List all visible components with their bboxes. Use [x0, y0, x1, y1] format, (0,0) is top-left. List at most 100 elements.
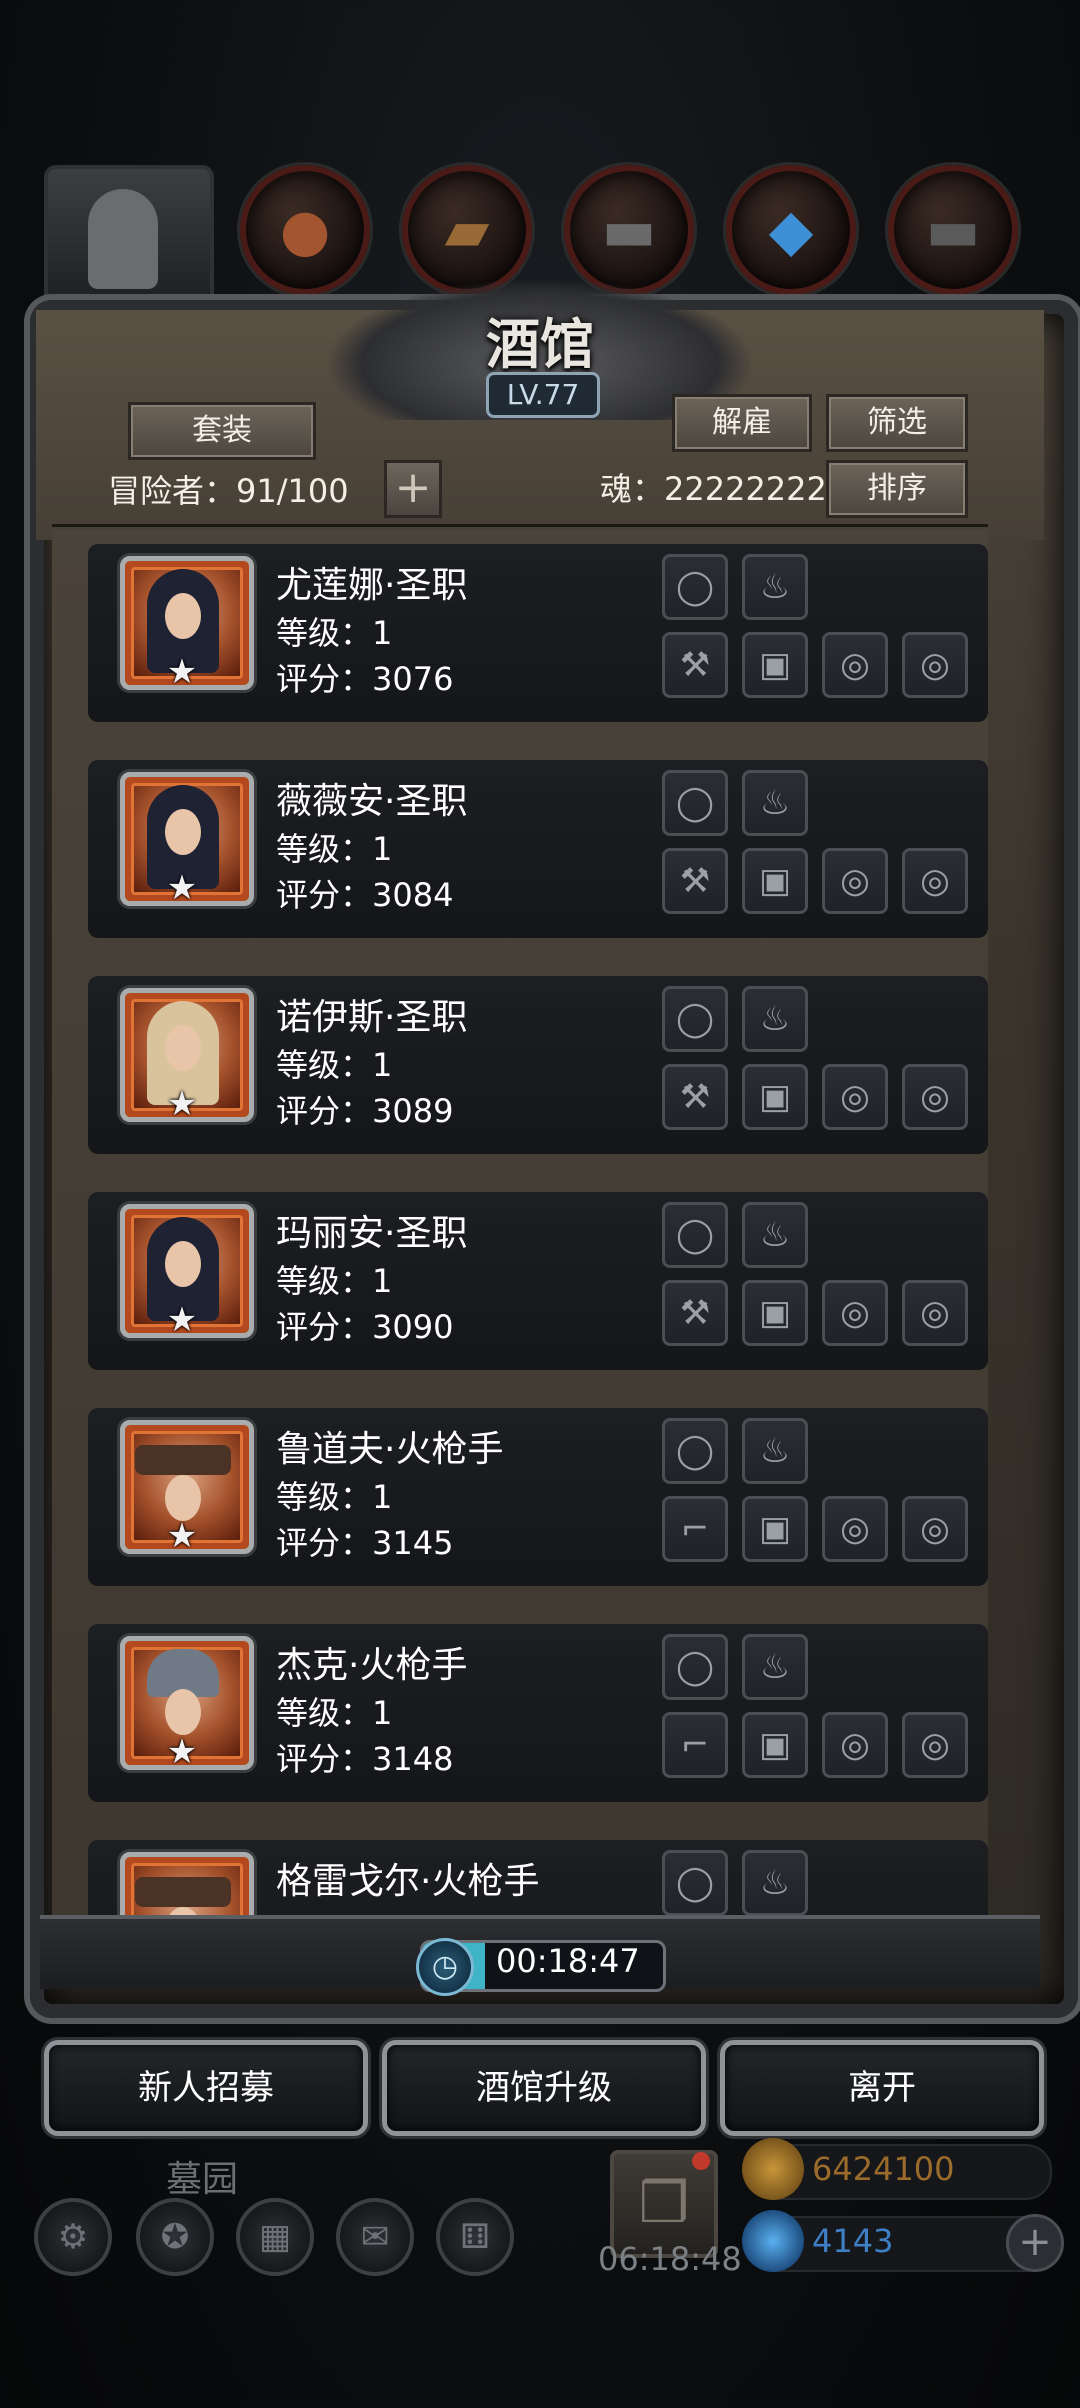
hero-level: 等级：1 [276, 1046, 393, 1084]
hero-name: 尤莲娜·圣职 [276, 565, 468, 606]
hero-level: 等级：1 [276, 614, 393, 652]
filter-button[interactable]: 筛选 [826, 394, 968, 452]
tavern-level-badge: LV.77 [486, 372, 600, 418]
flame-slot-icon[interactable]: ♨ [742, 1418, 808, 1484]
hero-name: 玛丽安·圣职 [276, 1213, 468, 1254]
ring-slot-icon[interactable]: ◎ [902, 1064, 968, 1130]
star-icon: ★ [166, 1516, 198, 1556]
flame-slot-icon[interactable]: ♨ [742, 770, 808, 836]
ring-slot-icon[interactable]: ◎ [902, 632, 968, 698]
hero-name: 薇薇安·圣职 [276, 781, 468, 822]
ring-slot-icon[interactable]: ◎ [822, 1712, 888, 1778]
clock-icon: ◷ [416, 1938, 474, 1996]
star-icon: ★ [166, 868, 198, 908]
ring-slot-icon[interactable]: ◎ [822, 1496, 888, 1562]
tavern-upgrade-button[interactable]: 酒馆升级 [382, 2040, 706, 2136]
header-divider [52, 524, 988, 527]
necklace-slot-icon[interactable]: ◯ [662, 1850, 728, 1915]
hero-card[interactable]: ★ 杰克·火枪手 等级：1 评分：3148 ◯ ♨ ⌐ ▣ ◎ ◎ [88, 1624, 988, 1802]
necklace-slot-icon[interactable]: ◯ [662, 1202, 728, 1268]
hero-score: 评分：3084 [276, 876, 454, 914]
armor-slot-icon[interactable]: ▣ [742, 632, 808, 698]
hero-card[interactable]: ★ 玛丽安·圣职 等级：1 评分：3090 ◯ ♨ ⚒ ▣ ◎ ◎ [88, 1192, 988, 1370]
ring-slot-icon[interactable]: ◎ [902, 1496, 968, 1562]
gun-slot-icon[interactable]: ⌐ [662, 1496, 728, 1562]
mail-icon[interactable]: ✉ [336, 2198, 414, 2276]
sort-button[interactable]: 排序 [826, 460, 968, 518]
add-capacity-button[interactable]: + [384, 460, 442, 518]
armor-slot-icon[interactable]: ▣ [742, 848, 808, 914]
dismiss-button[interactable]: 解雇 [672, 394, 812, 452]
gem-value: 4143 [812, 2222, 894, 2260]
hero-score: 评分：3089 [276, 1092, 454, 1130]
ring-slot-icon[interactable]: ◎ [822, 1280, 888, 1346]
hero-card[interactable]: 格雷戈尔·火枪手 ◯ ♨ [88, 1840, 988, 1915]
weapon-slot-icon[interactable]: ⚒ [662, 1064, 728, 1130]
achievement-icon[interactable]: ✪ [136, 2198, 214, 2276]
ring-slot-icon[interactable]: ◎ [902, 848, 968, 914]
hero-level: 等级：1 [276, 830, 393, 868]
hero-name: 诺伊斯·圣职 [276, 997, 468, 1038]
settings-icon[interactable]: ⚙ [34, 2198, 112, 2276]
necklace-slot-icon[interactable]: ◯ [662, 770, 728, 836]
ring-slot-icon[interactable]: ◎ [822, 848, 888, 914]
weapon-slot-icon[interactable]: ⚒ [662, 848, 728, 914]
hero-card[interactable]: ★ 薇薇安·圣职 等级：1 评分：3084 ◯ ♨ ⚒ ▣ ◎ ◎ [88, 760, 988, 938]
hero-name: 杰克·火枪手 [276, 1645, 468, 1686]
weapon-slot-icon[interactable]: ⚒ [662, 632, 728, 698]
dice-icon[interactable]: ⚅ [436, 2198, 514, 2276]
hero-name: 格雷戈尔·火枪手 [276, 1861, 540, 1902]
stone-resource-icon: ▬ [888, 165, 1018, 295]
flame-slot-icon[interactable]: ♨ [742, 1634, 808, 1700]
gift-timer: 06:18:48 [598, 2240, 742, 2278]
location-label: 墓园 [166, 2159, 239, 2200]
hero-list[interactable]: ★ 尤莲娜·圣职 等级：1 评分：3076 ◯ ♨ ⚒ ▣ ◎ ◎ ★ 薇薇安·… [52, 530, 988, 1915]
gold-coin-icon [742, 2138, 804, 2200]
armor-slot-icon[interactable]: ▣ [742, 1064, 808, 1130]
set-button[interactable]: 套装 [128, 402, 316, 460]
add-gem-button[interactable]: + [1006, 2214, 1064, 2272]
hero-level: 等级：1 [276, 1478, 393, 1516]
necklace-slot-icon[interactable]: ◯ [662, 986, 728, 1052]
map-icon[interactable]: ▦ [236, 2198, 314, 2276]
hero-name: 鲁道夫·火枪手 [276, 1429, 504, 1470]
notification-dot [692, 2152, 710, 2170]
gun-slot-icon[interactable]: ⌐ [662, 1712, 728, 1778]
soul-count: 魂：22222222 [600, 470, 827, 508]
armor-slot-icon[interactable]: ▣ [742, 1712, 808, 1778]
hero-card[interactable]: ★ 诺伊斯·圣职 等级：1 评分：3089 ◯ ♨ ⚒ ▣ ◎ ◎ [88, 976, 988, 1154]
iron-resource-icon: ▬ [564, 165, 694, 295]
armor-slot-icon[interactable]: ▣ [742, 1280, 808, 1346]
weapon-slot-icon[interactable]: ⚒ [662, 1280, 728, 1346]
refresh-timer: 00:18:47 [496, 1942, 640, 1980]
flame-slot-icon[interactable]: ♨ [742, 1850, 808, 1915]
leave-button[interactable]: 离开 [720, 2040, 1044, 2136]
hero-score: 评分：3090 [276, 1308, 454, 1346]
flame-slot-icon[interactable]: ♨ [742, 986, 808, 1052]
necklace-slot-icon[interactable]: ◯ [662, 554, 728, 620]
meat-resource-icon: ● [240, 165, 370, 295]
ring-slot-icon[interactable]: ◎ [822, 1064, 888, 1130]
armor-slot-icon[interactable]: ▣ [742, 1496, 808, 1562]
hero-card[interactable]: ★ 尤莲娜·圣职 等级：1 评分：3076 ◯ ♨ ⚒ ▣ ◎ ◎ [88, 544, 988, 722]
ring-slot-icon[interactable]: ◎ [822, 632, 888, 698]
necklace-slot-icon[interactable]: ◯ [662, 1634, 728, 1700]
hero-score: 评分：3148 [276, 1740, 454, 1778]
ring-slot-icon[interactable]: ◎ [902, 1712, 968, 1778]
flame-slot-icon[interactable]: ♨ [742, 1202, 808, 1268]
hero-card[interactable]: ★ 鲁道夫·火枪手 等级：1 评分：3145 ◯ ♨ ⌐ ▣ ◎ ◎ [88, 1408, 988, 1586]
panel-title: 酒馆 [486, 312, 594, 376]
star-icon: ★ [166, 1732, 198, 1772]
necklace-slot-icon[interactable]: ◯ [662, 1418, 728, 1484]
hero-level: 等级：1 [276, 1694, 393, 1732]
hero-score: 评分：3076 [276, 660, 454, 698]
gold-value: 6424100 [812, 2150, 955, 2188]
crystal-resource-icon: ◆ [726, 165, 856, 295]
flame-slot-icon[interactable]: ♨ [742, 554, 808, 620]
adventurer-count: 冒险者：91/100 [108, 472, 349, 510]
hero-level: 等级：1 [276, 1262, 393, 1300]
hero-score: 评分：3145 [276, 1524, 454, 1562]
player-face-icon [88, 189, 158, 289]
recruit-button[interactable]: 新人招募 [44, 2040, 368, 2136]
ring-slot-icon[interactable]: ◎ [902, 1280, 968, 1346]
